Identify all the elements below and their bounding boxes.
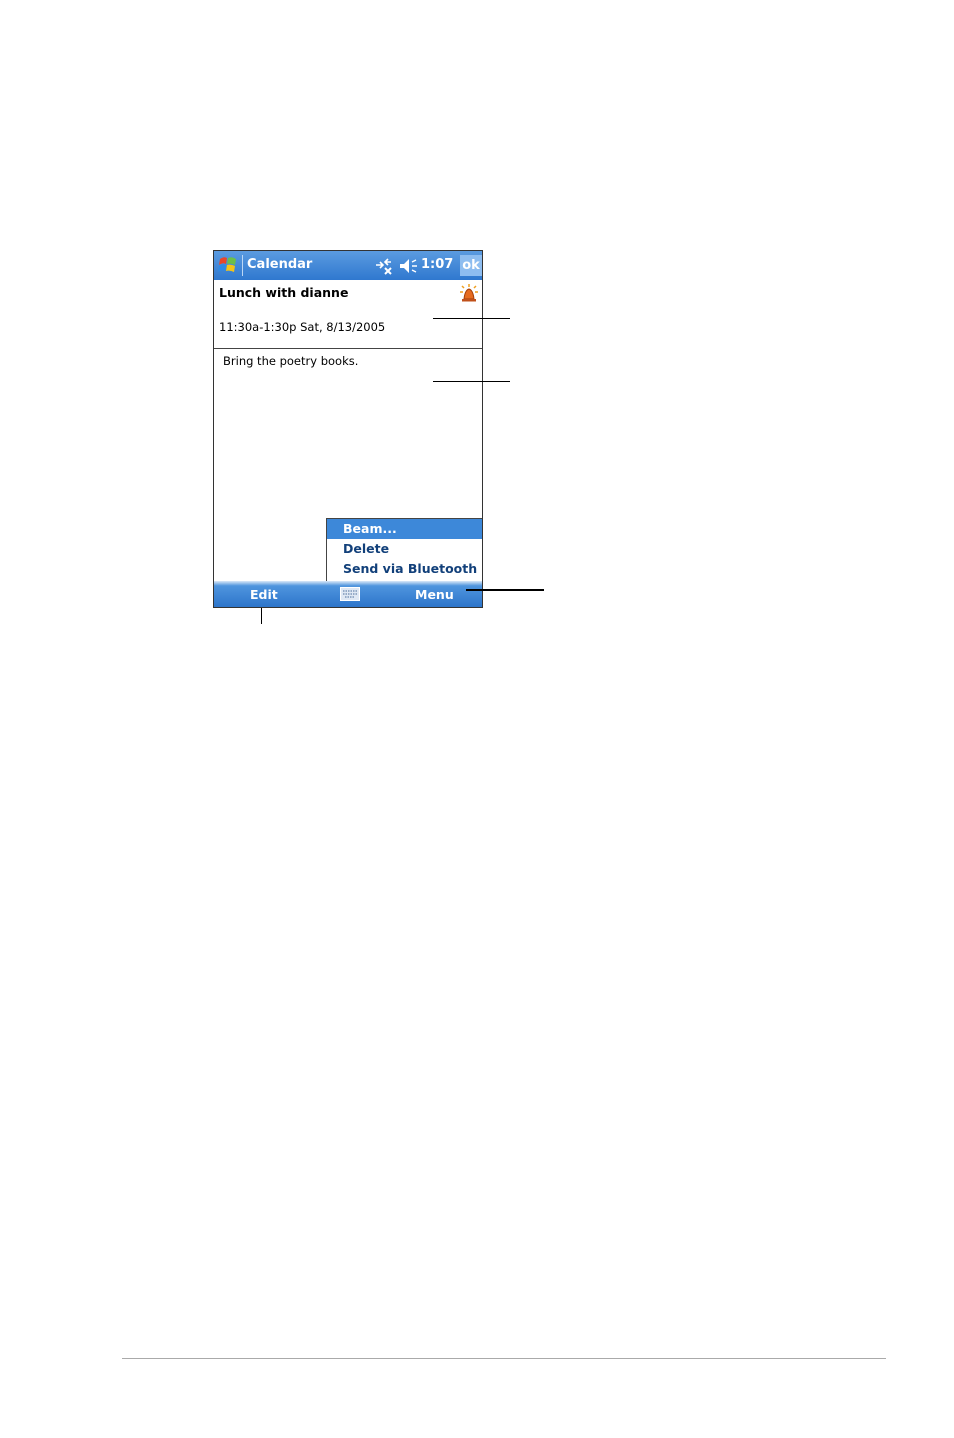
popup-menu: Beam... Delete Send via Bluetooth [326,518,482,582]
connectivity-icon[interactable] [374,256,394,276]
keyboard-icon[interactable] [340,586,360,601]
title-bar: Calendar 1:07 ok [214,251,482,280]
ok-button[interactable]: ok [460,255,482,276]
callout-line-note [433,381,510,382]
divider [214,348,482,349]
clock[interactable]: 1:07 [421,257,453,272]
title-separator [242,255,243,276]
device-screen: Calendar 1:07 ok Lunch with dianne 11:30… [213,250,483,608]
menu-item-delete[interactable]: Delete [327,539,482,559]
appointment-subject[interactable]: Lunch with dianne [219,285,348,300]
footer-rule [122,1358,886,1359]
menu-item-beam[interactable]: Beam... [327,519,482,539]
reminder-bell-icon [459,283,479,303]
windows-flag-icon[interactable] [217,254,239,276]
callout-line-time [433,318,510,319]
menu-item-send-via-bluetooth[interactable]: Send via Bluetooth [327,559,482,579]
callout-line-menu [466,589,544,591]
edit-softkey[interactable]: Edit [250,587,278,602]
speaker-muted-icon[interactable] [398,256,418,276]
appointment-note[interactable]: Bring the poetry books. [223,354,358,368]
appointment-time[interactable]: 11:30a-1:30p Sat, 8/13/2005 [219,320,385,334]
callout-line-edit [261,608,262,624]
window-title: Calendar [247,257,313,272]
menu-softkey[interactable]: Menu [415,587,454,602]
